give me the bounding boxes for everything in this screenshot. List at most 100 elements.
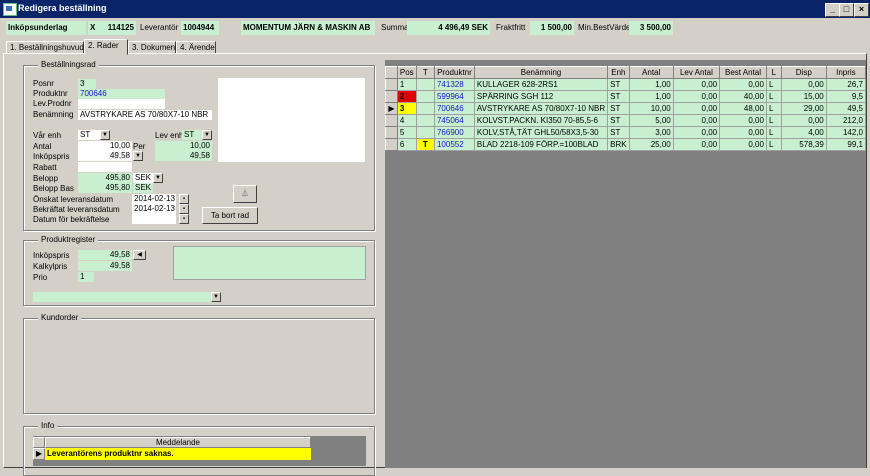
cell-levantal[interactable]: 0,00 [672,126,721,139]
inkopspris-dropdown-button[interactable]: ▼ [133,151,143,161]
inkopspris-field[interactable]: 49,58 [78,151,132,161]
cell-inpris[interactable]: 9,5 [825,90,867,103]
col-header-bestantal[interactable]: Best Antal [719,66,767,79]
cell-produktnr[interactable]: 100552 [433,138,475,151]
cell-l[interactable]: L [765,126,782,139]
cell-inpris[interactable]: 49,5 [825,102,867,115]
minimize-button[interactable]: _ [825,3,840,17]
varenh-select[interactable]: ST [78,130,100,140]
table-row[interactable]: 1 741328 KULLAGER 628-2RS1 ST 1,00 0,00 0,00 L 0… [385,78,867,91]
cell-t[interactable] [415,102,435,115]
rabatt-field[interactable] [78,162,132,172]
onskat-calendar-button[interactable]: ▪ [179,194,189,204]
cell-produktnr[interactable]: 745064 [433,114,475,127]
cell-t[interactable] [415,78,435,91]
col-header-t[interactable]: T [415,66,435,79]
cell-t[interactable] [415,126,435,139]
delete-row-button[interactable]: Ta bort rad [202,207,258,224]
inkopspris-alt-field[interactable]: 49,58 [155,151,212,161]
cell-benamning[interactable]: KOLV,STÅ,TÄT GHL50/58X3,5-30 [473,126,609,139]
cell-l[interactable]: L [765,90,782,103]
cell-produktnr[interactable]: 700646 [433,102,475,115]
antal-field[interactable]: 10,00 [78,141,132,151]
varenh-dropdown-button[interactable]: ▼ [100,130,110,140]
row-selector[interactable] [385,138,398,151]
cell-pos[interactable]: 1 [396,78,417,91]
cell-benamning[interactable]: SPÄRRING SGH 112 [473,90,609,103]
bekraftat-date-field[interactable]: 2014-02-13 [132,204,176,214]
close-button[interactable]: × [854,3,869,17]
cell-enh[interactable]: ST [607,102,630,115]
levenh-select[interactable]: ST [182,130,202,140]
cell-disp[interactable]: 578,39 [780,138,827,151]
cell-levantal[interactable]: 0,00 [672,90,721,103]
produktnr-field[interactable]: 700646 [78,89,165,99]
levprodnr-field[interactable] [78,99,165,109]
cell-antal[interactable]: 5,00 [628,114,674,127]
cell-disp[interactable]: 0,00 [780,114,827,127]
per-field[interactable]: 10,00 [155,141,212,151]
col-header-l[interactable]: L [765,66,782,79]
cell-enh[interactable]: ST [607,78,630,91]
cell-l[interactable]: L [765,102,782,115]
col-header-disp[interactable]: Disp [780,66,827,79]
cell-benamning[interactable]: AVSTRYKARE AS 70/80X7-10 NBR [473,102,609,115]
cell-enh[interactable]: ST [607,90,630,103]
filter-button[interactable]: ⏃ [233,185,257,203]
cell-produktnr[interactable]: 741328 [433,78,475,91]
currency-select[interactable]: SEK [133,173,153,183]
datumbekr-date-field[interactable] [132,214,176,224]
cell-pos[interactable]: 6 [396,138,417,151]
table-row[interactable]: ▶ 3 700646 AVSTRYKARE AS 70/80X7-10 NBR ST 10… [385,102,867,115]
cell-levantal[interactable]: 0,00 [672,114,721,127]
cell-bestantal[interactable]: 0,00 [719,138,767,151]
cell-benamning[interactable]: KULLAGER 628-2RS1 [473,78,609,91]
datumbekr-calendar-button[interactable]: ▪ [179,214,189,224]
pr-arrow-button[interactable]: ◀ [133,250,146,260]
cell-benamning[interactable]: BLAD 2218-109 FÖRP.=100BLAD [473,138,609,151]
col-header-antal[interactable]: Antal [628,66,674,79]
col-header-pos[interactable]: Pos [396,66,417,79]
pr-select[interactable] [33,292,211,302]
posnr-field[interactable]: 3 [78,79,96,89]
col-header-benamning[interactable]: Benämning [473,66,609,79]
cell-antal[interactable]: 10,00 [628,102,674,115]
bekraftat-calendar-button[interactable]: ▪ [179,204,189,214]
col-header-produktnr[interactable]: Produktnr [433,66,475,79]
col-header-levantal[interactable]: Lev Antal [672,66,721,79]
row-pointer-icon[interactable]: ▶ [33,448,45,460]
cell-t[interactable] [415,114,435,127]
onskat-date-field[interactable]: 2014-02-13 [132,194,176,204]
cell-enh[interactable]: ST [607,114,630,127]
cell-bestantal[interactable]: 0,00 [719,126,767,139]
cell-inpris[interactable]: 26,7 [825,78,867,91]
row-pointer-icon[interactable]: ▶ [385,102,398,115]
table-row[interactable]: 2 599964 SPÄRRING SGH 112 ST 1,00 0,00 40,00 L 1… [385,90,867,103]
cell-inpris[interactable]: 212,0 [825,114,867,127]
cell-t[interactable]: T [415,138,435,151]
cell-bestantal[interactable]: 0,00 [719,114,767,127]
cell-disp[interactable]: 15,00 [780,90,827,103]
cell-produktnr[interactable]: 599964 [433,90,475,103]
cell-disp[interactable]: 0,00 [780,78,827,91]
row-selector[interactable] [385,78,398,91]
cell-l[interactable]: L [765,114,782,127]
cell-bestantal[interactable]: 0,00 [719,78,767,91]
cell-pos[interactable]: 4 [396,114,417,127]
cell-enh[interactable]: BRK [607,138,630,151]
cell-inpris[interactable]: 142,0 [825,126,867,139]
cell-l[interactable]: L [765,138,782,151]
cell-antal[interactable]: 25,00 [628,138,674,151]
cell-enh[interactable]: ST [607,126,630,139]
levenh-dropdown-button[interactable]: ▼ [202,130,212,140]
table-row[interactable]: 5 766900 KOLV,STÅ,TÄT GHL50/58X3,5-30 ST 3,0… [385,126,867,139]
col-header-inpris[interactable]: Inpris [825,66,867,79]
cell-levantal[interactable]: 0,00 [672,102,721,115]
cell-benamning[interactable]: KOLVST.PACKN. KI350 70-85,5-6 [473,114,609,127]
cell-levantal[interactable]: 0,00 [672,138,721,151]
table-row[interactable]: 6 T 100552 BLAD 2218-109 FÖRP.=100BLAD BRK 25… [385,138,867,151]
tab-rows[interactable]: 2. Rader [84,39,128,55]
cell-produktnr[interactable]: 766900 [433,126,475,139]
currency-dropdown-button[interactable]: ▼ [153,173,163,183]
cell-antal[interactable]: 3,00 [628,126,674,139]
